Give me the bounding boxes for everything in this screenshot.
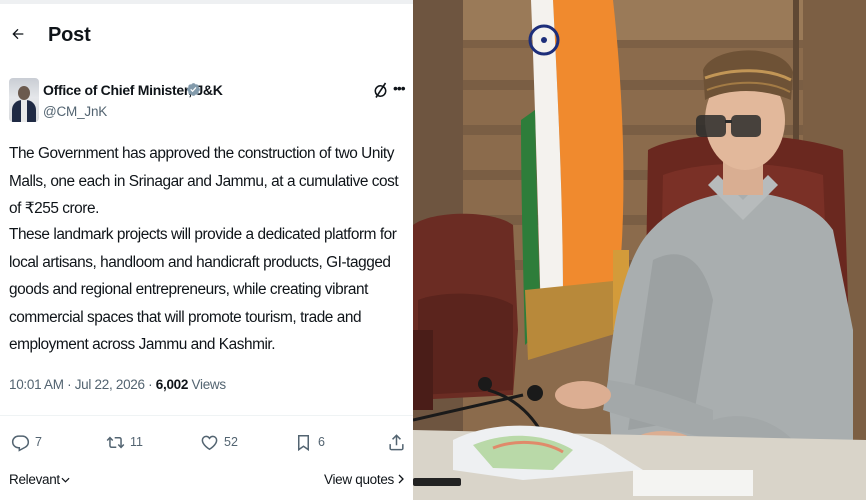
grok-icon[interactable] — [373, 81, 389, 99]
heart-icon — [201, 435, 218, 450]
chevron-down-icon — [61, 477, 70, 483]
post-image[interactable] — [413, 0, 866, 500]
back-button[interactable] — [6, 22, 30, 46]
top-border — [0, 0, 413, 4]
reply-button[interactable]: 7 — [11, 430, 42, 454]
bookmark-count: 6 — [318, 435, 325, 449]
repost-icon — [106, 435, 125, 449]
reply-icon — [11, 434, 30, 452]
views-label: Views — [188, 377, 227, 392]
sort-replies-dropdown[interactable]: Relevant — [9, 472, 70, 487]
repost-count: 11 — [130, 435, 143, 449]
divider — [0, 415, 413, 416]
share-icon — [389, 433, 404, 450]
like-count: 52 — [224, 435, 238, 449]
avatar[interactable] — [9, 78, 39, 122]
post-header: Post — [0, 16, 413, 56]
author-block: Office of Chief Minister, J&K @CM_JnK ••… — [9, 76, 409, 126]
reply-count: 7 — [35, 435, 42, 449]
post-panel: Post Office of Chief Minister, J&K @CM_J… — [0, 0, 413, 500]
arrow-left-icon — [12, 28, 24, 40]
view-quotes-label: View quotes — [323, 472, 394, 487]
sort-label: Relevant — [9, 472, 60, 487]
post-text-paragraph-2: These landmark projects will provide a d… — [9, 226, 397, 353]
replies-controls: Relevant View quotes — [9, 470, 405, 490]
action-bar: 7 11 52 6 — [0, 430, 413, 456]
repost-button[interactable]: 11 — [106, 430, 143, 454]
chevron-right-icon — [398, 474, 404, 484]
post-text-paragraph-1: The Government has approved the construc… — [9, 145, 399, 217]
post-timestamp[interactable]: 10:01 AM · Jul 22, 2026 · — [9, 377, 156, 392]
verified-badge-icon — [187, 83, 200, 96]
view-quotes-link[interactable]: View quotes — [324, 472, 405, 487]
bookmark-button[interactable]: 6 — [294, 430, 325, 454]
photo-illustration — [413, 0, 866, 500]
views-count: 6,002 — [155, 377, 189, 392]
more-icon[interactable]: ••• — [393, 80, 407, 96]
post-meta: 10:01 AM · Jul 22, 2026 · 6,002 Views — [9, 377, 226, 392]
author-handle[interactable]: @CM_JnK — [43, 104, 107, 119]
share-button[interactable] — [387, 430, 406, 454]
page-title: Post — [48, 24, 91, 46]
like-button[interactable]: 52 — [200, 430, 238, 454]
bookmark-icon — [297, 434, 310, 451]
